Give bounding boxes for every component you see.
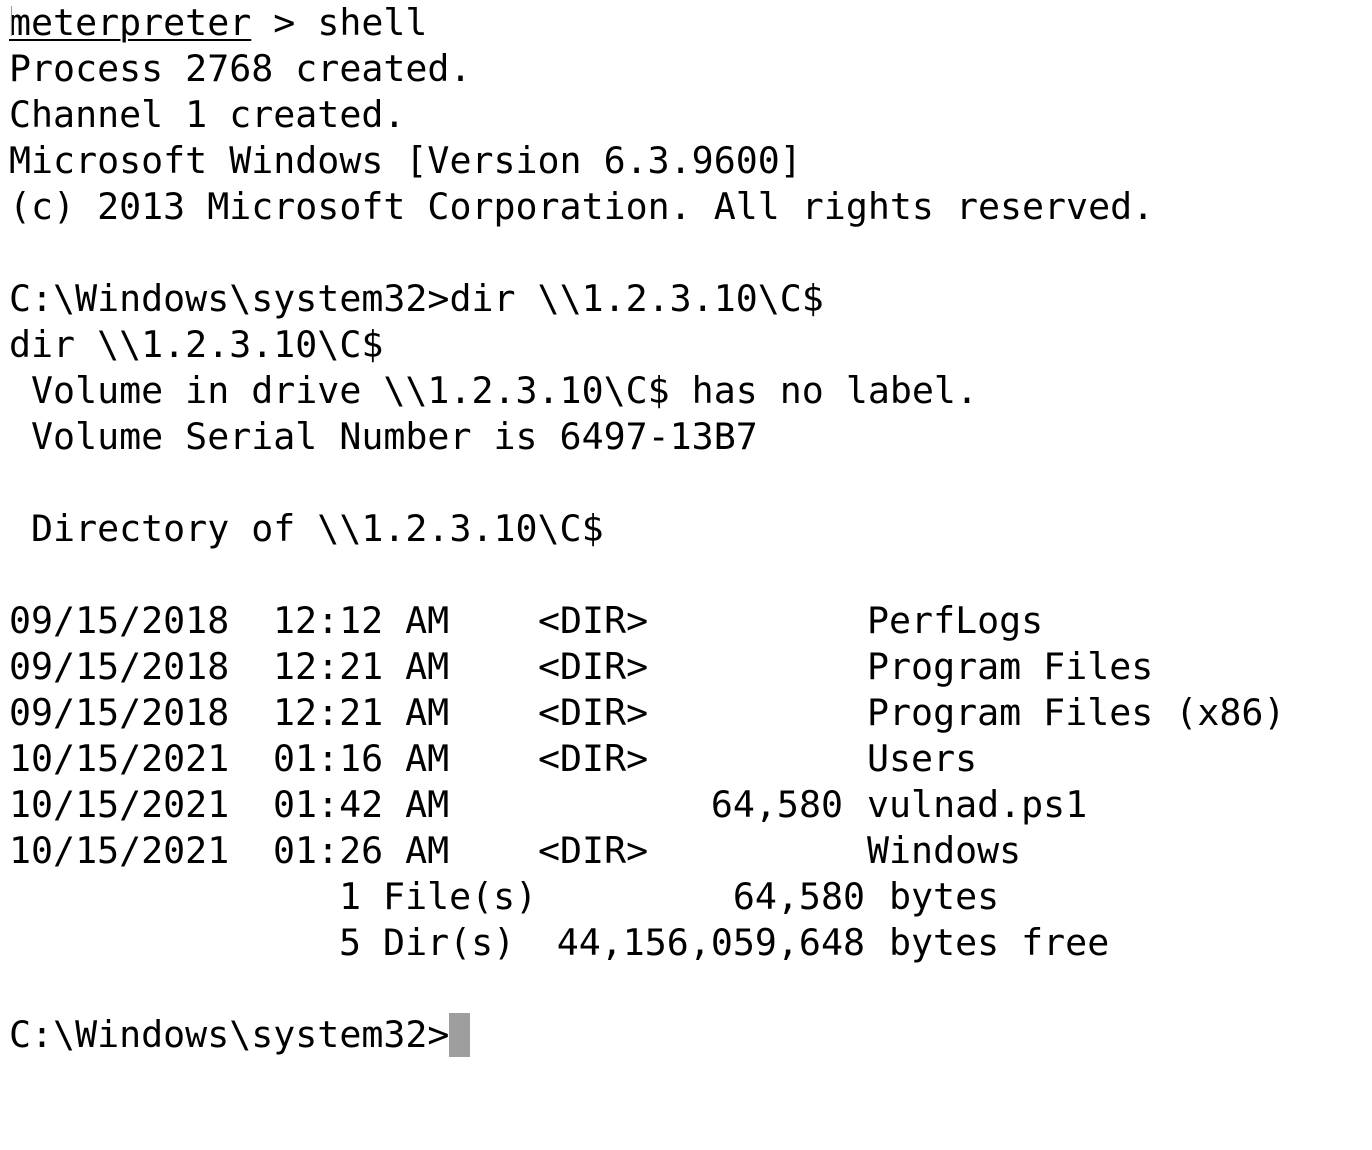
entry-date: 09/15/2018 <box>9 691 230 734</box>
prompt-separator: > <box>251 1 318 44</box>
dirs-bytes-free: 44,156,059,648 <box>556 921 865 964</box>
text-cursor-marker <box>11 6 12 36</box>
entry-date: 10/15/2021 <box>9 783 230 826</box>
entered-command: dir \\1.2.3.10\C$ <box>449 277 824 320</box>
entry-name: Windows <box>867 829 1022 872</box>
files-count: 1 File(s) <box>339 875 538 918</box>
entry-type: <DIR> <box>538 829 649 872</box>
current-prompt-line[interactable]: C:\Windows\system32> <box>9 1012 1364 1058</box>
entry-name: Program Files <box>867 645 1154 688</box>
entry-name: Program Files (x86) <box>867 691 1286 734</box>
entered-command: shell <box>317 1 428 44</box>
meterpreter-prompt-label: meterpreter <box>9 1 252 44</box>
dir-command-line: C:\Windows\system32>dir \\1.2.3.10\C$ <box>9 276 1364 322</box>
directory-of-line: Directory of \\1.2.3.10\C$ <box>9 507 604 550</box>
entry-time: 12:21 AM <box>273 691 450 734</box>
volume-serial-line: Volume Serial Number is 6497-13B7 <box>9 415 758 458</box>
entry-size: 64,580 <box>710 783 843 826</box>
entry-time: 01:16 AM <box>273 737 450 780</box>
entry-name: Users <box>867 737 978 780</box>
directory-listing: 09/15/2018 12:12 AM <DIR> PerfLogs 09/15… <box>9 598 1364 874</box>
entry-name: PerfLogs <box>867 599 1044 642</box>
terminal-window[interactable]: meterpreter > shell Process 2768 created… <box>9 0 1364 1058</box>
entry-time: 12:12 AM <box>273 599 450 642</box>
cmd-prompt: C:\Windows\system32> <box>9 277 450 320</box>
dirs-count: 5 Dir(s) <box>339 921 516 964</box>
entry-type: <DIR> <box>538 599 649 642</box>
output-line: Process 2768 created. <box>9 47 472 90</box>
entry-date: 09/15/2018 <box>9 599 230 642</box>
listing-row: 09/15/2018 12:21 AM <DIR> Program Files … <box>9 690 1364 736</box>
entry-date: 10/15/2021 <box>9 829 230 872</box>
entry-time: 12:21 AM <box>273 645 450 688</box>
listing-row: 10/15/2021 01:42 AM 64,580 vulnad.ps1 <box>9 782 1364 828</box>
entry-time: 01:26 AM <box>273 829 450 872</box>
files-bytes-label: bytes <box>889 875 1000 918</box>
dirs-bytes-free-label: bytes free <box>889 921 1110 964</box>
output-line: (c) 2013 Microsoft Corporation. All righ… <box>9 185 1155 228</box>
files-bytes: 64,580 <box>732 875 865 918</box>
files-summary: 1 File(s) 64,580 bytes <box>9 874 1364 920</box>
entry-type: <DIR> <box>538 737 649 780</box>
volume-label-line: Volume in drive \\1.2.3.10\C$ has no lab… <box>9 369 978 412</box>
entry-name: vulnad.ps1 <box>867 783 1088 826</box>
entry-date: 10/15/2021 <box>9 737 230 780</box>
command-echo: dir \\1.2.3.10\C$ <box>9 323 384 366</box>
entry-type: <DIR> <box>538 645 649 688</box>
entry-type: <DIR> <box>538 691 649 734</box>
dirs-summary: 5 Dir(s) 44,156,059,648 bytes free <box>9 920 1364 966</box>
listing-row: 10/15/2021 01:26 AM <DIR> Windows <box>9 828 1364 874</box>
output-line: Channel 1 created. <box>9 93 406 136</box>
listing-row: 10/15/2021 01:16 AM <DIR> Users <box>9 736 1364 782</box>
block-cursor <box>449 1013 471 1057</box>
entry-time: 01:42 AM <box>273 783 450 826</box>
entry-date: 09/15/2018 <box>9 645 230 688</box>
output-line: Microsoft Windows [Version 6.3.9600] <box>9 139 802 182</box>
listing-row: 09/15/2018 12:12 AM <DIR> PerfLogs <box>9 598 1364 644</box>
listing-row: 09/15/2018 12:21 AM <DIR> Program Files <box>9 644 1364 690</box>
meterpreter-command-line: meterpreter > shell <box>9 0 1364 46</box>
